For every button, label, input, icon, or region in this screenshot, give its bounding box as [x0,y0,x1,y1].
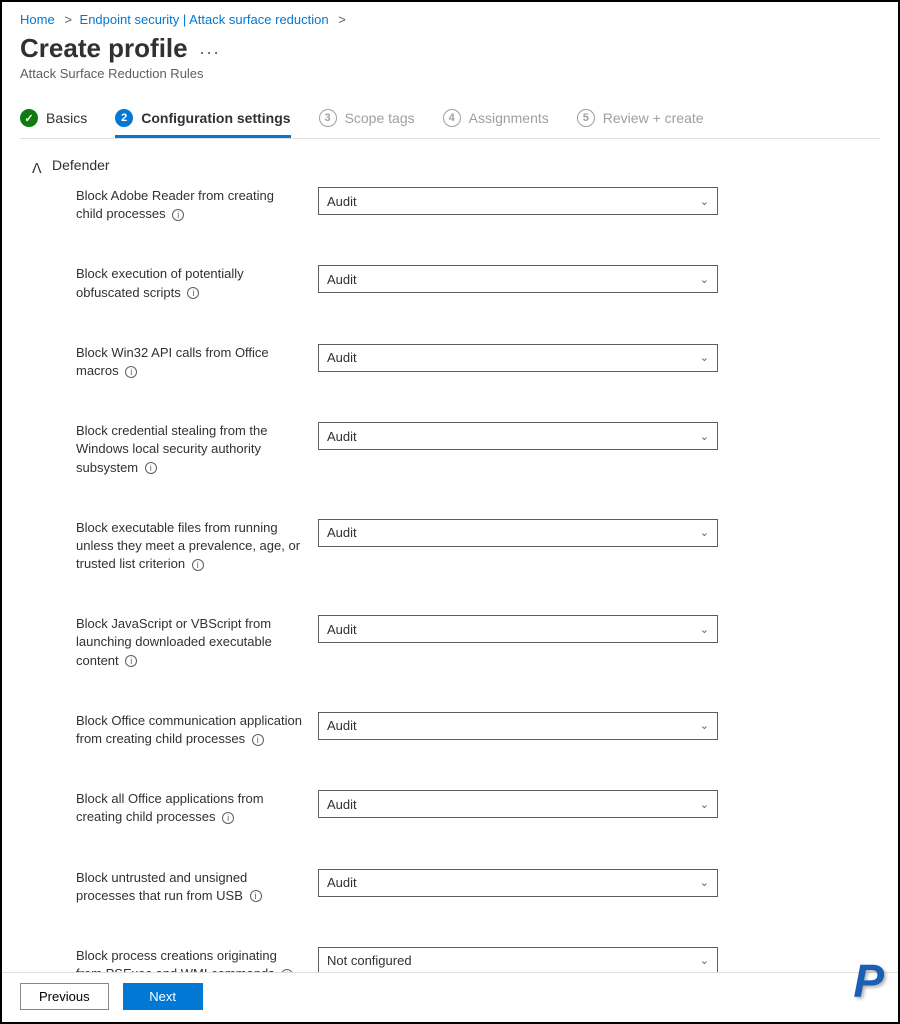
tab-label: Configuration settings [141,110,290,126]
chevron-down-icon: ⌄ [700,430,709,443]
tab-scope-tags[interactable]: 3 Scope tags [319,109,415,138]
section-title: Defender [52,157,110,173]
step-number-icon: 3 [319,109,337,127]
select-value: Audit [327,525,357,540]
setting-select[interactable]: Audit ⌄ [318,790,718,818]
tab-label: Scope tags [345,110,415,126]
breadcrumb-endpoint-security[interactable]: Endpoint security | Attack surface reduc… [80,12,329,27]
info-icon[interactable]: i [125,655,137,667]
setting-row: Block Office communication application f… [76,712,880,748]
setting-label: Block all Office applications from creat… [76,790,318,826]
wizard-tabs: ✓ Basics 2 Configuration settings 3 Scop… [20,109,880,139]
tab-label: Review + create [603,110,704,126]
next-button[interactable]: Next [123,983,203,1010]
setting-label: Block credential stealing from the Windo… [76,422,318,477]
previous-button[interactable]: Previous [20,983,109,1010]
breadcrumb-home[interactable]: Home [20,12,55,27]
setting-row: Block executable files from running unle… [76,519,880,574]
select-value: Not configured [327,953,412,968]
chevron-right-icon: > [338,12,346,27]
info-icon[interactable]: i [192,559,204,571]
chevron-down-icon: ⌄ [700,954,709,967]
setting-label: Block Win32 API calls from Office macros… [76,344,318,380]
select-value: Audit [327,718,357,733]
settings-list: Block Adobe Reader from creating child p… [20,187,880,972]
setting-select[interactable]: Audit ⌄ [318,187,718,215]
setting-row: Block execution of potentially obfuscate… [76,265,880,301]
setting-label: Block Office communication application f… [76,712,318,748]
setting-row: Block all Office applications from creat… [76,790,880,826]
setting-row: Block JavaScript or VBScript from launch… [76,615,880,670]
chevron-down-icon: ⌄ [700,876,709,889]
select-value: Audit [327,429,357,444]
step-number-icon: 2 [115,109,133,127]
chevron-down-icon: ⌄ [700,798,709,811]
setting-select[interactable]: Audit ⌄ [318,265,718,293]
chevron-down-icon: ⌄ [700,719,709,732]
setting-row: Block process creations originating from… [76,947,880,972]
tab-configuration-settings[interactable]: 2 Configuration settings [115,109,290,138]
select-value: Audit [327,194,357,209]
setting-select[interactable]: Not configured ⌄ [318,947,718,972]
chevron-down-icon: ⌄ [700,526,709,539]
setting-label: Block process creations originating from… [76,947,318,972]
setting-label: Block JavaScript or VBScript from launch… [76,615,318,670]
select-value: Audit [327,272,357,287]
info-icon[interactable]: i [252,734,264,746]
breadcrumb: Home > Endpoint security | Attack surfac… [20,12,880,27]
info-icon[interactable]: i [187,287,199,299]
setting-select[interactable]: Audit ⌄ [318,712,718,740]
step-number-icon: 5 [577,109,595,127]
more-actions-button[interactable]: ... [200,38,221,59]
step-number-icon: 4 [443,109,461,127]
setting-select[interactable]: Audit ⌄ [318,344,718,372]
setting-label: Block execution of potentially obfuscate… [76,265,318,301]
info-icon[interactable]: i [250,890,262,902]
chevron-down-icon: ⌄ [700,351,709,364]
setting-select[interactable]: Audit ⌄ [318,422,718,450]
tab-assignments[interactable]: 4 Assignments [443,109,549,138]
page-title: Create profile [20,33,188,64]
chevron-right-icon: > [64,12,72,27]
tab-label: Basics [46,110,87,126]
footer: Previous Next [2,972,898,1022]
setting-select[interactable]: Audit ⌄ [318,615,718,643]
select-value: Audit [327,622,357,637]
watermark-logo: P [853,954,884,1008]
select-value: Audit [327,797,357,812]
info-icon[interactable]: i [145,462,157,474]
setting-label: Block Adobe Reader from creating child p… [76,187,318,223]
setting-row: Block Adobe Reader from creating child p… [76,187,880,223]
select-value: Audit [327,875,357,890]
info-icon[interactable]: i [222,812,234,824]
tab-label: Assignments [469,110,549,126]
setting-select[interactable]: Audit ⌄ [318,869,718,897]
setting-row: Block Win32 API calls from Office macros… [76,344,880,380]
setting-select[interactable]: Audit ⌄ [318,519,718,547]
chevron-down-icon: ⌄ [700,273,709,286]
setting-row: Block untrusted and unsigned processes t… [76,869,880,905]
tab-review-create[interactable]: 5 Review + create [577,109,704,138]
page-subtitle: Attack Surface Reduction Rules [20,66,880,81]
chevron-up-icon: ᐱ [32,160,42,170]
tab-basics[interactable]: ✓ Basics [20,109,87,138]
chevron-down-icon: ⌄ [700,623,709,636]
select-value: Audit [327,350,357,365]
info-icon[interactable]: i [125,366,137,378]
chevron-down-icon: ⌄ [700,195,709,208]
setting-label: Block untrusted and unsigned processes t… [76,869,318,905]
setting-label: Block executable files from running unle… [76,519,318,574]
check-icon: ✓ [20,109,38,127]
section-header-defender[interactable]: ᐱ Defender [32,157,880,173]
setting-row: Block credential stealing from the Windo… [76,422,880,477]
info-icon[interactable]: i [172,209,184,221]
